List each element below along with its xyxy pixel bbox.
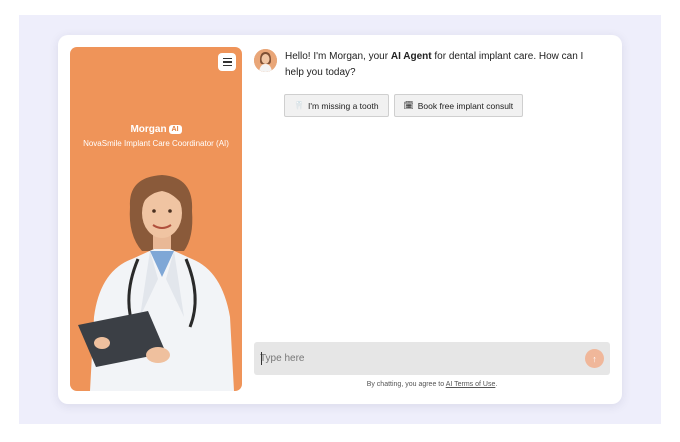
text-caret <box>261 352 262 365</box>
ai-badge: AI <box>168 125 182 134</box>
tooth-icon: 🦷 <box>294 101 304 110</box>
terms-notice: By chatting, you agree to AI Terms of Us… <box>366 381 498 388</box>
agent-photo <box>78 175 234 391</box>
menu-button[interactable] <box>218 53 236 71</box>
hamburger-icon <box>222 58 232 60</box>
chat-widget-card: Morgan AI NovaSmile Implant Care Coordina… <box>58 35 622 404</box>
terms-link[interactable]: AI Terms of Use <box>446 381 496 388</box>
arrow-up-icon: ↑ <box>592 353 597 364</box>
message-input[interactable] <box>260 350 560 367</box>
quick-reply-book-consult[interactable]: 🗓 Book free implant consult <box>393 94 524 117</box>
agent-message: Hello! I'm Morgan, your AI Agent for den… <box>254 49 610 81</box>
agent-name: Morgan <box>130 124 167 135</box>
quick-reply-missing-tooth[interactable]: 🦷 I'm missing a tooth <box>284 94 389 117</box>
chat-area: Hello! I'm Morgan, your AI Agent for den… <box>254 47 610 392</box>
agent-name-row: Morgan AI <box>70 124 242 135</box>
agent-panel: Morgan AI NovaSmile Implant Care Coordina… <box>70 47 242 391</box>
calendar-icon: 🗓 <box>403 101 414 110</box>
message-input-bar: ↑ <box>254 342 610 375</box>
agent-avatar-icon <box>254 49 277 72</box>
quick-replies: 🦷 I'm missing a tooth 🗓 Book free implan… <box>284 94 524 117</box>
agent-avatar <box>254 49 277 72</box>
agent-role: NovaSmile Implant Care Coordinator (AI) <box>83 139 229 148</box>
send-button[interactable]: ↑ <box>585 349 604 368</box>
agent-greeting: Hello! I'm Morgan, your AI Agent for den… <box>285 51 584 78</box>
